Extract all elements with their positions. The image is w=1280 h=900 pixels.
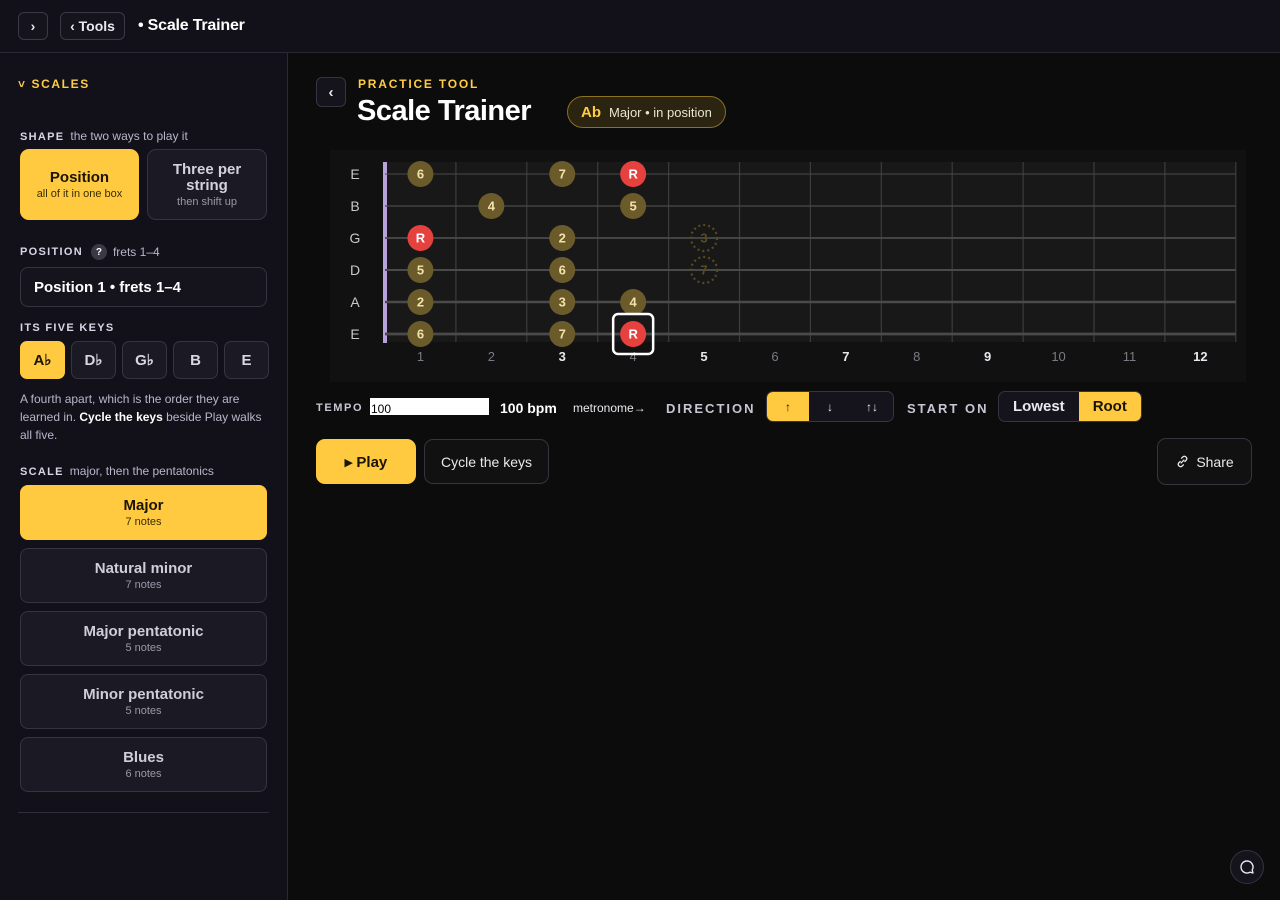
note-label: 3 <box>559 295 566 310</box>
scales-section-toggle[interactable]: ˅ SCALES <box>18 77 90 91</box>
note-label: 6 <box>417 167 424 182</box>
sidebar: ˅ SCALES SHAPE the two ways to play it Po… <box>0 53 288 900</box>
share-button[interactable]: Share <box>1157 438 1252 485</box>
note-label: R <box>416 231 426 246</box>
tempo-input[interactable] <box>370 398 489 415</box>
chat-bubble-icon <box>1240 860 1254 874</box>
fret-number: 7 <box>842 349 849 364</box>
current-key-badge: Ab Major • in position <box>567 96 726 128</box>
fret-number: 8 <box>913 349 920 364</box>
key-button[interactable]: B <box>173 341 218 379</box>
note-label: 2 <box>417 295 424 310</box>
string-name: G <box>350 230 361 246</box>
chevron-left-icon: ‹ <box>328 83 334 101</box>
scale-option-title: Minor pentatonic <box>83 686 204 703</box>
key-selector: A♭ D♭ G♭ B E <box>20 341 269 379</box>
string-name: A <box>350 294 360 310</box>
direction-label: DIRECTION <box>666 401 756 416</box>
note-label: 3 <box>700 231 707 246</box>
key-button[interactable]: A♭ <box>20 341 65 379</box>
tempo-label: TEMPO <box>316 402 364 414</box>
shape-position-button[interactable]: Position all of it in one box <box>20 149 139 220</box>
fret-number: 12 <box>1193 349 1207 364</box>
fret-number: 2 <box>488 349 495 364</box>
bpm-readout: 100 bpm <box>500 400 557 416</box>
help-icon[interactable]: ? <box>90 244 107 260</box>
shape-label: SHAPE the two ways to play it <box>20 129 188 143</box>
start-on-option[interactable]: Lowest <box>999 392 1079 421</box>
scale-option-title: Major <box>123 497 164 514</box>
note-label: 5 <box>417 263 424 278</box>
shape-three-per-string-button[interactable]: Three per string then shift up <box>147 149 267 220</box>
scale-list: Major 7 notes Natural minor 7 notes Major pe… <box>20 485 267 800</box>
divider <box>18 812 269 813</box>
fret-number: 6 <box>771 349 778 364</box>
fret-number: 3 <box>559 349 566 364</box>
note-label: 7 <box>559 327 566 342</box>
keys-note: A fourth apart, which is the order they … <box>20 392 262 442</box>
string-name: D <box>350 262 360 278</box>
fret-number: 4 <box>630 349 637 364</box>
fret-number: 9 <box>984 349 991 364</box>
scale-option[interactable]: Blues 6 notes <box>20 737 267 792</box>
chat-button[interactable] <box>1230 850 1264 884</box>
scale-option-title: Natural minor <box>94 560 193 577</box>
top-bar: › ‹ Tools • Scale Trainer <box>0 0 1280 53</box>
fret-number: 10 <box>1051 349 1065 364</box>
direction-option[interactable]: ↓ <box>809 392 851 421</box>
back-button[interactable]: ‹ <box>316 77 346 107</box>
string-name: B <box>350 198 359 214</box>
scale-option-note-count: 5 notes <box>125 705 162 717</box>
scale-option-title: Major pentatonic <box>83 623 204 640</box>
fret-number: 1 <box>417 349 424 364</box>
note-label: 7 <box>700 263 707 278</box>
chevron-right-icon: › <box>30 18 36 34</box>
note-label: R <box>628 167 638 182</box>
position-label: POSITION ? frets 1–4 <box>20 244 160 260</box>
scale-option-title: Blues <box>123 749 164 766</box>
note-label: 6 <box>417 327 424 342</box>
scale-option[interactable]: Major 7 notes <box>20 485 267 540</box>
position-select[interactable]: Position 1 • frets 1–4 <box>20 267 267 307</box>
key-button[interactable]: G♭ <box>122 341 167 379</box>
scale-option-note-count: 6 notes <box>125 768 162 780</box>
note-label: R <box>628 327 638 342</box>
scale-option[interactable]: Major pentatonic 5 notes <box>20 611 267 666</box>
fret-number: 5 <box>700 349 707 364</box>
metronome-toggle[interactable]: metronome→ <box>573 401 646 415</box>
start-on-toggle: Lowest Root <box>998 391 1142 422</box>
breadcrumb: • Scale Trainer <box>138 17 245 34</box>
key-button[interactable]: D♭ <box>71 341 116 379</box>
start-on-label: START ON <box>907 401 989 416</box>
scale-option[interactable]: Minor pentatonic 5 notes <box>20 674 267 729</box>
note-label: 2 <box>559 231 566 246</box>
note-label: 5 <box>630 199 637 214</box>
link-icon <box>1177 455 1188 468</box>
direction-option[interactable]: ↑ <box>767 392 809 421</box>
expand-sidebar-button[interactable]: › <box>18 12 48 40</box>
cycle-keys-button[interactable]: Cycle the keys <box>424 439 549 484</box>
scale-label: SCALE major, then the pentatonics <box>20 464 214 478</box>
string-name: E <box>350 326 359 342</box>
page-title: Scale Trainer <box>357 95 532 127</box>
string-name: E <box>350 166 359 182</box>
scale-option-note-count: 7 notes <box>125 516 162 528</box>
direction-toggle: ↑ ↓ ↑↓ <box>766 391 894 422</box>
note-label: 7 <box>559 167 566 182</box>
scale-option-note-count: 5 notes <box>125 642 162 654</box>
tools-back-button[interactable]: ‹ Tools <box>60 12 125 40</box>
keys-label: ITS FIVE KEYS <box>20 322 115 334</box>
start-on-option[interactable]: Root <box>1078 392 1141 421</box>
fretboard: E B G D A E 1 2 3 4 5 6 7 8 9 10 11 12 6 7 R 4 5 R 2 3 5 6 7 2 3 4 6 7 R <box>330 150 1246 382</box>
note-label: 4 <box>488 199 496 214</box>
scale-option[interactable]: Natural minor 7 notes <box>20 548 267 603</box>
note-label: 4 <box>630 295 638 310</box>
key-button[interactable]: E <box>224 341 269 379</box>
play-button[interactable]: ▸ Play <box>316 439 416 484</box>
direction-option[interactable]: ↑↓ <box>851 392 893 421</box>
note-label: 6 <box>559 263 566 278</box>
scale-option-note-count: 7 notes <box>125 579 162 591</box>
eyebrow: PRACTICE TOOL <box>358 77 480 91</box>
fret-number: 11 <box>1123 349 1137 364</box>
